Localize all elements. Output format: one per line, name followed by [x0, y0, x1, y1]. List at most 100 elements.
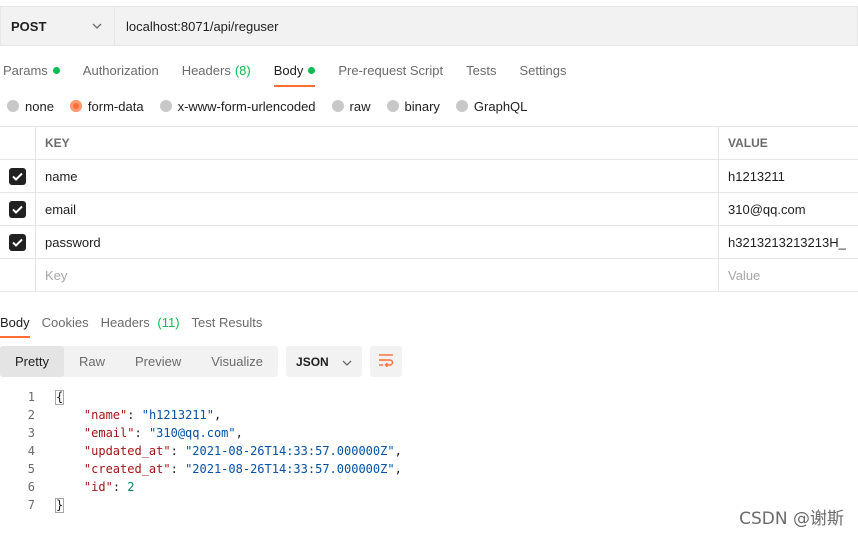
response-tab-cookies-label: Cookies [41, 314, 89, 330]
tab-params-label: Params [3, 62, 48, 78]
body-type-label: GraphQL [473, 98, 528, 114]
body-type-binary[interactable]: binary [386, 98, 440, 114]
json-value: "310@qq.com" [148, 426, 236, 440]
watermark: CSDN @谢斯 [739, 509, 844, 529]
table-row: name h1213211 [0, 160, 858, 193]
tab-authorization[interactable]: Authorization [83, 56, 159, 84]
tab-authorization-label: Authorization [82, 62, 159, 78]
radio-icon [386, 100, 399, 112]
chevron-down-icon [90, 19, 104, 33]
body-type-label: none [25, 98, 54, 114]
tab-params[interactable]: Params [3, 56, 60, 84]
response-body-viewer: 1 { 2 "name": "h1213211", 3 "email": "31… [0, 388, 402, 514]
tab-body-label: Body [273, 62, 304, 78]
code-line: 4 "updated_at": "2021-08-26T14:33:57.000… [0, 442, 402, 460]
headers-count: (8) [234, 62, 251, 78]
json-key: "updated_at" [83, 444, 171, 458]
table-row: email 310@qq.com [0, 193, 858, 226]
line-number: 4 [27, 444, 35, 458]
body-type-selector: none form-data x-www-form-urlencoded raw… [7, 96, 543, 116]
key-input[interactable]: name [36, 160, 719, 192]
tab-tests-label: Tests [466, 62, 497, 78]
chevron-down-icon [342, 355, 352, 369]
response-view-group: Pretty Raw Preview Visualize [0, 346, 279, 377]
table-row: password h3213213213213H_ [0, 226, 858, 259]
json-value: "2021-08-26T14:33:57.000000Z" [185, 462, 395, 476]
table-header-row: KEY VALUE [0, 127, 858, 160]
method-select[interactable]: POST [0, 6, 115, 46]
key-input[interactable]: password [36, 226, 719, 258]
body-type-form-data[interactable]: form-data [69, 99, 144, 114]
params-indicator-dot [52, 66, 60, 74]
form-data-table: KEY VALUE name h1213211 email 310@qq.com… [0, 126, 858, 292]
header-check-cell [0, 127, 36, 159]
radio-icon [331, 100, 344, 112]
line-number: 6 [27, 480, 35, 494]
tab-pre-request-script[interactable]: Pre-request Script [338, 56, 443, 84]
request-tabs: Params Authorization Headers (8) Body Pr… [0, 56, 589, 87]
view-raw-button[interactable]: Raw [64, 346, 120, 377]
row-check-cell [0, 160, 36, 192]
checkbox-checked-icon[interactable] [9, 167, 26, 185]
line-number: 5 [27, 462, 35, 476]
body-type-label: binary [404, 98, 440, 114]
body-indicator-dot [308, 66, 316, 74]
wrap-lines-button[interactable] [370, 346, 403, 377]
radio-selected-icon [69, 100, 82, 112]
new-value-input[interactable]: Value [719, 259, 858, 291]
view-visualize-button[interactable]: Visualize [196, 346, 278, 377]
response-tab-test-results[interactable]: Test Results [192, 315, 263, 330]
value-input[interactable]: 310@qq.com [719, 193, 858, 225]
body-type-graphql[interactable]: GraphQL [455, 98, 528, 114]
format-label: JSON [296, 354, 329, 369]
row-check-cell [0, 193, 36, 225]
radio-icon [455, 100, 468, 112]
tab-body[interactable]: Body [273, 56, 316, 87]
format-select[interactable]: JSON [286, 346, 363, 377]
url-input[interactable]: localhost:8071/api/reguser [115, 6, 858, 46]
json-key: "created_at" [83, 462, 171, 476]
new-key-input[interactable]: Key [36, 259, 719, 291]
tab-headers[interactable]: Headers (8) [182, 56, 251, 84]
json-value: "2021-08-26T14:33:57.000000Z" [185, 444, 395, 458]
value-input[interactable]: h3213213213213H_ [719, 226, 858, 258]
response-tab-body[interactable]: Body [0, 314, 30, 338]
checkbox-checked-icon[interactable] [9, 200, 26, 218]
close-brace: } [55, 497, 65, 513]
body-type-raw[interactable]: raw [331, 98, 371, 114]
code-line: 3 "email": "310@qq.com", [0, 424, 402, 442]
value-input[interactable]: h1213211 [719, 160, 858, 192]
json-key: "name" [83, 408, 128, 422]
line-number: 3 [27, 426, 35, 440]
line-number: 7 [27, 498, 35, 512]
open-brace: { [55, 389, 65, 405]
key-input[interactable]: email [36, 193, 719, 225]
body-type-none[interactable]: none [7, 99, 54, 114]
code-line: 6 "id": 2 [0, 478, 402, 496]
tab-headers-label: Headers [181, 62, 231, 78]
checkbox-checked-icon[interactable] [9, 233, 26, 251]
response-tab-headers-label: Headers [100, 314, 150, 330]
view-pretty-button[interactable]: Pretty [0, 346, 64, 377]
code-line: 1 { [0, 388, 402, 406]
column-header-value: VALUE [728, 136, 768, 150]
view-preview-button[interactable]: Preview [120, 346, 196, 377]
json-value: 2 [127, 480, 135, 494]
response-tab-cookies[interactable]: Cookies [42, 315, 89, 330]
body-type-label: x-www-form-urlencoded [177, 98, 316, 114]
code-line: 5 "created_at": "2021-08-26T14:33:57.000… [0, 460, 402, 478]
tab-tests[interactable]: Tests [466, 56, 496, 84]
json-key: "id" [83, 480, 113, 494]
line-number: 1 [27, 390, 35, 404]
row-check-cell [0, 259, 36, 291]
column-header-key: KEY [36, 127, 719, 159]
body-type-urlencoded[interactable]: x-www-form-urlencoded [159, 98, 316, 114]
response-toolbar: Pretty Raw Preview Visualize JSON [0, 346, 403, 377]
response-headers-count: (11) [157, 314, 180, 330]
response-tab-headers[interactable]: Headers (11) [101, 315, 180, 330]
response-tab-test-results-label: Test Results [191, 314, 263, 330]
response-tab-body-label: Body [0, 314, 30, 330]
tab-settings[interactable]: Settings [519, 56, 566, 84]
body-type-label: raw [349, 98, 371, 114]
radio-icon [159, 100, 172, 112]
